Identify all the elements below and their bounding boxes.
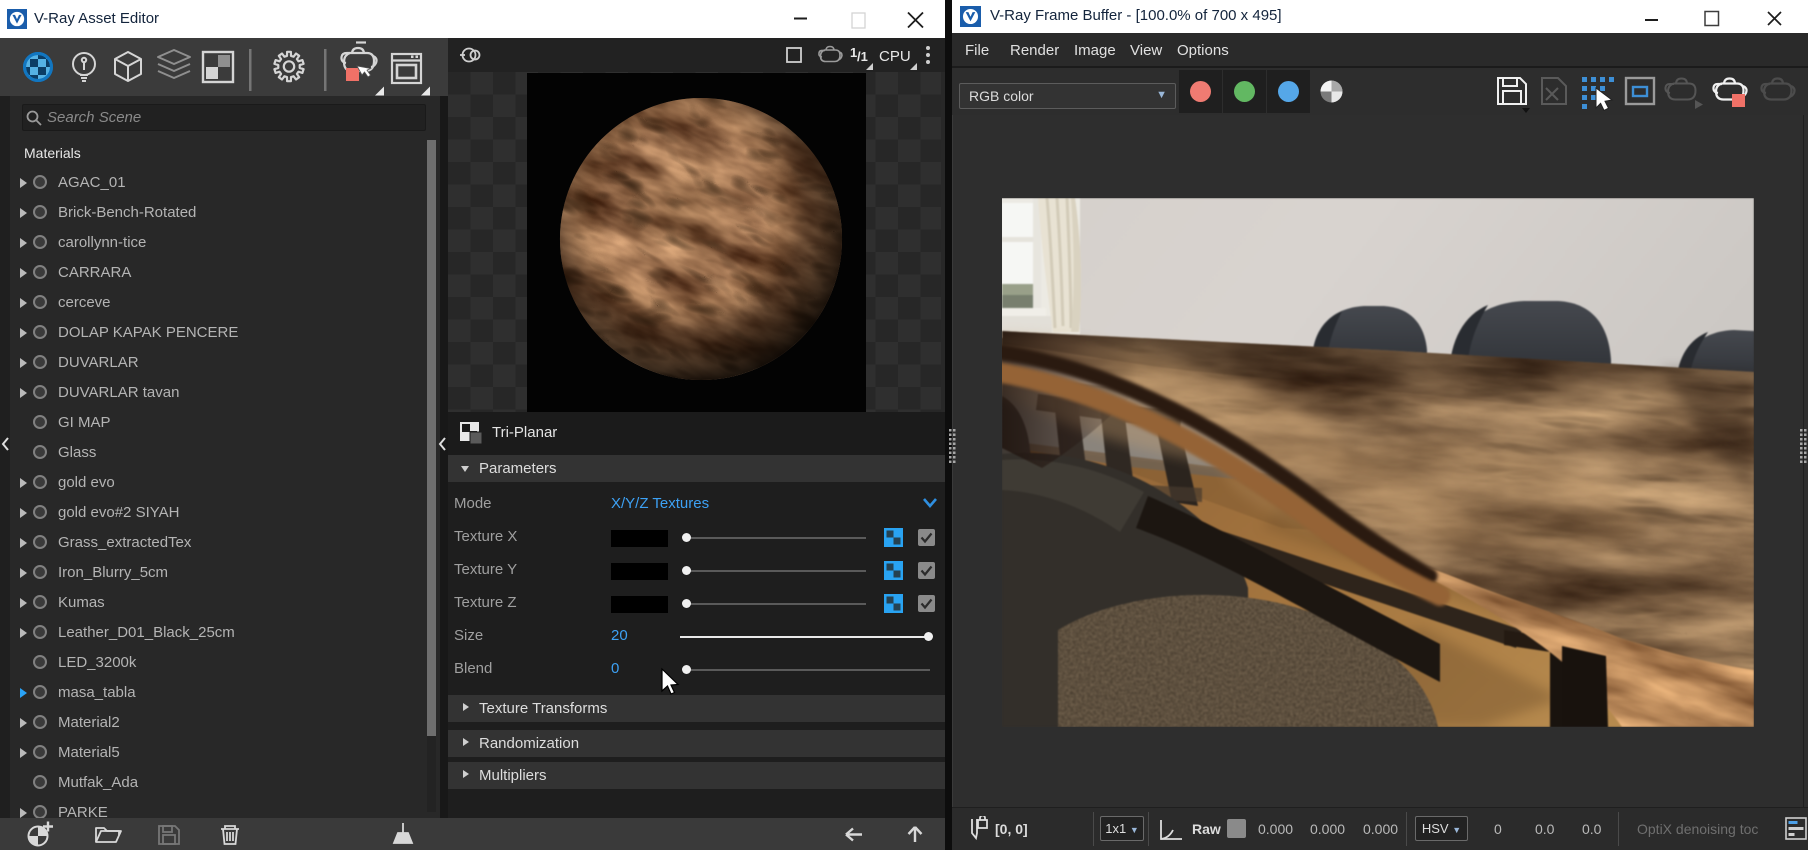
svg-text:/1: /1 — [857, 49, 868, 64]
svg-text:CPU: CPU — [879, 48, 911, 65]
